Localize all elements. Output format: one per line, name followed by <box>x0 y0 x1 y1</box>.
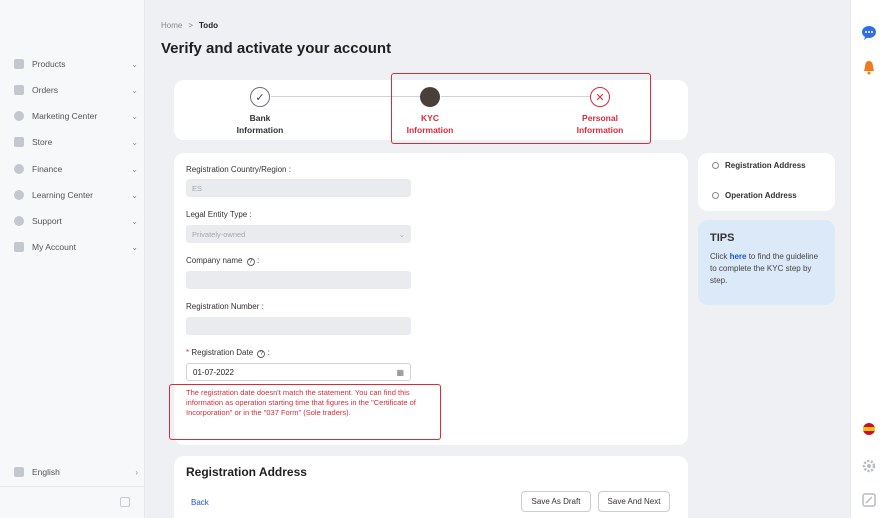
sidebar-item-label: Store <box>32 137 53 147</box>
collapse-icon[interactable] <box>120 497 130 507</box>
anchor-label: Registration Address <box>725 161 806 170</box>
section-title: Registration Address <box>186 465 307 479</box>
country-value: ES <box>192 183 203 193</box>
bell-icon[interactable] <box>861 59 877 75</box>
chevron-down-icon: ⌄ <box>131 164 138 174</box>
registration-number-field <box>186 317 411 335</box>
step-label-line: Bank <box>249 113 271 123</box>
company-name-label-text: Company name <box>186 256 243 265</box>
breadcrumb: Home > Todo <box>161 21 218 30</box>
chevron-down-icon: ⌄ <box>131 137 138 147</box>
help-icon[interactable]: ? <box>257 350 266 358</box>
sidebar-item-store[interactable]: Store ⌄ <box>14 133 138 151</box>
account-icon <box>14 242 24 252</box>
support-icon <box>14 216 24 226</box>
highlight-box <box>169 384 441 440</box>
spain-flag-icon[interactable] <box>861 421 877 437</box>
page-title: Verify and activate your account <box>161 40 392 57</box>
right-rail <box>850 0 887 518</box>
save-as-draft-button[interactable]: Save As Draft <box>521 491 591 512</box>
chevron-down-icon: ⌄ <box>131 216 138 226</box>
products-icon <box>14 59 24 69</box>
language-icon <box>14 467 24 477</box>
sidebar-item-learning-center[interactable]: Learning Center ⌄ <box>14 186 138 204</box>
orders-icon <box>14 85 24 95</box>
chevron-down-icon: ⌄ <box>131 190 138 200</box>
sidebar-item-marketing-center[interactable]: Marketing Center ⌄ <box>14 107 138 125</box>
sidebar-item-label: My Account <box>32 242 76 252</box>
store-icon <box>14 137 24 147</box>
required-marker: * <box>186 348 190 357</box>
sidebar-item-products[interactable]: Products ⌄ <box>14 55 138 73</box>
divider <box>0 486 145 487</box>
breadcrumb-home[interactable]: Home <box>161 21 182 30</box>
tips-here-link[interactable]: here <box>730 252 747 261</box>
breadcrumb-separator: > <box>188 21 194 30</box>
sidebar: Products ⌄ Orders ⌄ Marketing Center ⌄ S… <box>0 0 145 518</box>
country-label: Registration Country/Region : <box>186 165 291 174</box>
save-and-next-button[interactable]: Save And Next <box>598 491 670 512</box>
registration-date-value: 01-07-2022 <box>193 367 234 377</box>
sidebar-item-label: Learning Center <box>32 190 93 200</box>
entity-type-label: Legal Entity Type : <box>186 210 252 219</box>
edit-icon[interactable] <box>861 492 877 508</box>
step-label-line: Information <box>236 125 284 135</box>
sidebar-item-label: Marketing Center <box>32 111 98 121</box>
company-name-label: Company name ? : <box>186 256 260 266</box>
calendar-icon[interactable]: ▦ <box>396 368 404 377</box>
registration-date-input[interactable]: 01-07-2022 ▦ <box>186 363 411 381</box>
registration-address-section: Registration Address Back Save As Draft … <box>174 456 688 518</box>
radio-icon <box>712 162 719 169</box>
entity-type-select: Privately-owned ⌄ <box>186 225 411 243</box>
help-icon[interactable]: ? <box>246 258 255 266</box>
entity-type-value: Privately-owned <box>192 229 246 239</box>
registration-number-label: Registration Number : <box>186 302 264 311</box>
chevron-down-icon: ⌄ <box>398 229 405 239</box>
tips-text-before: Click <box>710 252 730 261</box>
chevron-down-icon: ⌄ <box>131 59 138 69</box>
sidebar-item-label: Products <box>32 59 66 69</box>
country-field: ES <box>186 179 411 197</box>
sidebar-item-finance[interactable]: Finance ⌄ <box>14 160 138 178</box>
sidebar-item-label: Orders <box>32 85 58 95</box>
radio-icon <box>712 192 719 199</box>
chat-icon[interactable] <box>861 25 877 41</box>
highlight-box <box>391 73 651 144</box>
registration-date-label: * Registration Date ? : <box>186 348 270 358</box>
anchor-label: Operation Address <box>725 191 797 200</box>
company-name-field <box>186 271 411 289</box>
finance-icon <box>14 164 24 174</box>
sidebar-item-orders[interactable]: Orders ⌄ <box>14 81 138 99</box>
anchor-operation-address[interactable]: Operation Address <box>712 191 797 200</box>
tips-text: Click here to find the guideline to comp… <box>710 251 822 287</box>
chevron-down-icon: ⌄ <box>131 242 138 252</box>
tips-title: TIPS <box>710 232 735 244</box>
chevron-down-icon: ⌄ <box>131 85 138 95</box>
anchor-registration-address[interactable]: Registration Address <box>712 161 806 170</box>
breadcrumb-current: Todo <box>199 21 218 30</box>
section-anchors: Registration Address Operation Address <box>698 153 835 211</box>
marketing-icon <box>14 111 24 121</box>
back-link[interactable]: Back <box>191 498 209 507</box>
language-selector[interactable]: English › <box>14 463 138 481</box>
step-done-check-icon: ✓ <box>250 87 270 107</box>
sidebar-item-support[interactable]: Support ⌄ <box>14 212 138 230</box>
tips-card: TIPS Click here to find the guideline to… <box>698 220 835 305</box>
language-label: English <box>32 467 60 477</box>
chevron-right-icon: › <box>135 467 138 477</box>
gear-icon[interactable] <box>861 458 877 474</box>
learning-icon <box>14 190 24 200</box>
step-bank-information[interactable]: Bank Information <box>215 112 305 136</box>
sidebar-item-label: Finance <box>32 164 63 174</box>
chevron-down-icon: ⌄ <box>131 111 138 121</box>
sidebar-item-my-account[interactable]: My Account ⌄ <box>14 238 138 256</box>
sidebar-item-label: Support <box>32 216 62 226</box>
registration-date-label-text: Registration Date <box>191 348 254 357</box>
